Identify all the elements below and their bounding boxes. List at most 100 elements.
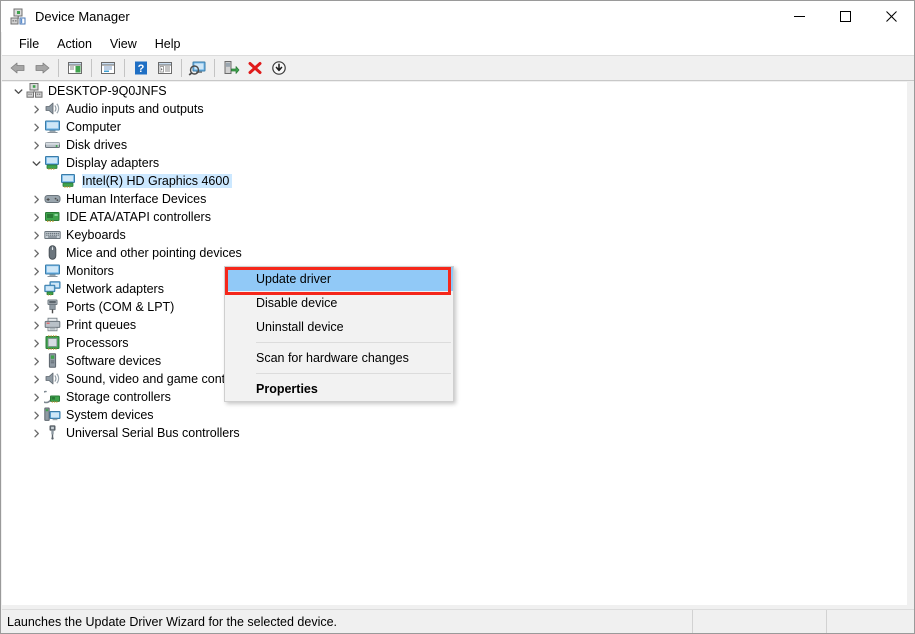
- tree-row-disk-drives[interactable]: Disk drives: [2, 136, 907, 154]
- chevron-right-icon[interactable]: [28, 244, 44, 262]
- tree-row-intel-hd-graphics-4600[interactable]: Intel(R) HD Graphics 4600: [2, 172, 907, 190]
- software-device-icon: [44, 353, 62, 369]
- status-pane-2: [693, 609, 827, 633]
- close-button[interactable]: [868, 1, 914, 32]
- tree-row-display-adapters[interactable]: Display adapters: [2, 154, 907, 172]
- chevron-right-icon[interactable]: [28, 352, 44, 370]
- ide-controller-icon: [44, 209, 62, 225]
- mouse-icon: [44, 245, 62, 261]
- display-adapter-icon: [60, 173, 78, 189]
- tree-item-label: Network adapters: [66, 282, 164, 296]
- context-menu[interactable]: Update driver Disable device Uninstall d…: [224, 266, 454, 402]
- tree-item-label: Storage controllers: [66, 390, 171, 404]
- help-icon[interactable]: ?: [129, 57, 153, 79]
- update-driver-icon[interactable]: [219, 57, 243, 79]
- menu-help[interactable]: Help: [146, 34, 190, 54]
- tree-item-label: System devices: [66, 408, 154, 422]
- tree-row-ide-ata-atapi-controllers[interactable]: IDE ATA/ATAPI controllers: [2, 208, 907, 226]
- tree-row-monitors[interactable]: Monitors: [2, 262, 907, 280]
- disable-device-icon[interactable]: [267, 57, 291, 79]
- tree-row-sound-video-and-game-controllers[interactable]: Sound, video and game controllers: [2, 370, 907, 388]
- tree-row-processors[interactable]: Processors: [2, 334, 907, 352]
- tree-row-root[interactable]: DESKTOP-9Q0JNFS: [2, 82, 907, 100]
- chevron-right-icon[interactable]: [28, 316, 44, 334]
- tree-item-label: Display adapters: [66, 156, 160, 170]
- network-adapter-icon: [44, 281, 62, 297]
- show-hide-console-tree-icon[interactable]: [63, 57, 87, 79]
- show-hide-action-pane-icon[interactable]: [153, 57, 177, 79]
- tree-root-label: DESKTOP-9Q0JNFS: [48, 84, 167, 98]
- context-menu-separator: [256, 373, 451, 374]
- speaker-icon: [44, 101, 62, 117]
- uninstall-device-icon[interactable]: [243, 57, 267, 79]
- tree-item-label: Monitors: [66, 264, 114, 278]
- tree-row-storage-controllers[interactable]: Storage controllers: [2, 388, 907, 406]
- keyboard-icon: [44, 227, 62, 243]
- tree-item-label: IDE ATA/ATAPI controllers: [66, 210, 211, 224]
- chevron-right-icon[interactable]: [28, 388, 44, 406]
- back-icon[interactable]: [6, 57, 30, 79]
- tree-item-label: Ports (COM & LPT): [66, 300, 175, 314]
- port-icon: [44, 299, 62, 315]
- tree-item-label: Software devices: [66, 354, 162, 368]
- tree-row-print-queues[interactable]: Print queues: [2, 316, 907, 334]
- chevron-right-icon[interactable]: [28, 226, 44, 244]
- chevron-right-icon[interactable]: [28, 406, 44, 424]
- menu-view[interactable]: View: [101, 34, 146, 54]
- tree-item-label: Print queues: [66, 318, 137, 332]
- tree-item-label: Disk drives: [66, 138, 128, 152]
- forward-icon[interactable]: [30, 57, 54, 79]
- tree-item-label-selected: Intel(R) HD Graphics 4600: [82, 174, 233, 188]
- tree-row-keyboards[interactable]: Keyboards: [2, 226, 907, 244]
- tree-row-mice-and-other-pointing-devices[interactable]: Mice and other pointing devices: [2, 244, 907, 262]
- tree-item-label: Universal Serial Bus controllers: [66, 426, 240, 440]
- device-manager-window: Device Manager File Action View Help ? D…: [0, 0, 915, 634]
- tree-row-audio-inputs-and-outputs[interactable]: Audio inputs and outputs: [2, 100, 907, 118]
- device-tree[interactable]: DESKTOP-9Q0JNFS Audio inputs and outputs: [2, 82, 907, 605]
- chevron-right-icon[interactable]: [28, 298, 44, 316]
- chevron-right-icon[interactable]: [28, 100, 44, 118]
- menu-action[interactable]: Action: [48, 34, 101, 54]
- tree-row-human-interface-devices[interactable]: Human Interface Devices: [2, 190, 907, 208]
- chevron-right-icon[interactable]: [28, 370, 44, 388]
- context-menu-item-properties[interactable]: Properties: [225, 377, 453, 401]
- chevron-right-icon[interactable]: [28, 280, 44, 298]
- chevron-down-icon[interactable]: [28, 154, 44, 172]
- properties-icon[interactable]: [96, 57, 120, 79]
- tree-row-computer[interactable]: Computer: [2, 118, 907, 136]
- tree-row-universal-serial-bus-controllers[interactable]: Universal Serial Bus controllers: [2, 424, 907, 442]
- status-bar: Launches the Update Driver Wizard for th…: [2, 609, 914, 634]
- chevron-right-icon[interactable]: [28, 262, 44, 280]
- menu-bar: File Action View Help: [2, 32, 914, 55]
- chevron-right-icon[interactable]: [28, 190, 44, 208]
- maximize-button[interactable]: [822, 1, 868, 32]
- minimize-button[interactable]: [776, 1, 822, 32]
- context-menu-item-update-driver[interactable]: Update driver: [225, 267, 453, 291]
- context-menu-item-scan-for-hardware-changes[interactable]: Scan for hardware changes: [225, 346, 453, 370]
- tree-row-ports-com-lpt[interactable]: Ports (COM & LPT): [2, 298, 907, 316]
- status-message: Launches the Update Driver Wizard for th…: [2, 609, 693, 633]
- context-menu-item-disable-device[interactable]: Disable device: [225, 291, 453, 315]
- tree-item-label: Audio inputs and outputs: [66, 102, 204, 116]
- tree-row-software-devices[interactable]: Software devices: [2, 352, 907, 370]
- menu-file[interactable]: File: [10, 34, 48, 54]
- tree-row-system-devices[interactable]: System devices: [2, 406, 907, 424]
- chevron-right-icon[interactable]: [28, 136, 44, 154]
- tree-row-network-adapters[interactable]: Network adapters: [2, 280, 907, 298]
- chevron-right-icon[interactable]: [28, 424, 44, 442]
- toolbar-separator: [181, 59, 182, 77]
- chevron-right-icon[interactable]: [28, 334, 44, 352]
- tree-item-label: Human Interface Devices: [66, 192, 207, 206]
- computer-root-icon: [26, 83, 44, 99]
- status-pane-3: [827, 610, 912, 634]
- system-device-icon: [44, 407, 62, 423]
- scan-for-hardware-changes-icon[interactable]: [186, 57, 210, 79]
- hid-icon: [44, 191, 62, 207]
- context-menu-item-uninstall-device[interactable]: Uninstall device: [225, 315, 453, 339]
- chevron-right-icon[interactable]: [28, 208, 44, 226]
- disk-drive-icon: [44, 137, 62, 153]
- chevron-right-icon[interactable]: [28, 118, 44, 136]
- window-controls: [776, 1, 914, 32]
- chevron-down-icon[interactable]: [10, 82, 26, 100]
- toolbar: ?: [2, 55, 914, 81]
